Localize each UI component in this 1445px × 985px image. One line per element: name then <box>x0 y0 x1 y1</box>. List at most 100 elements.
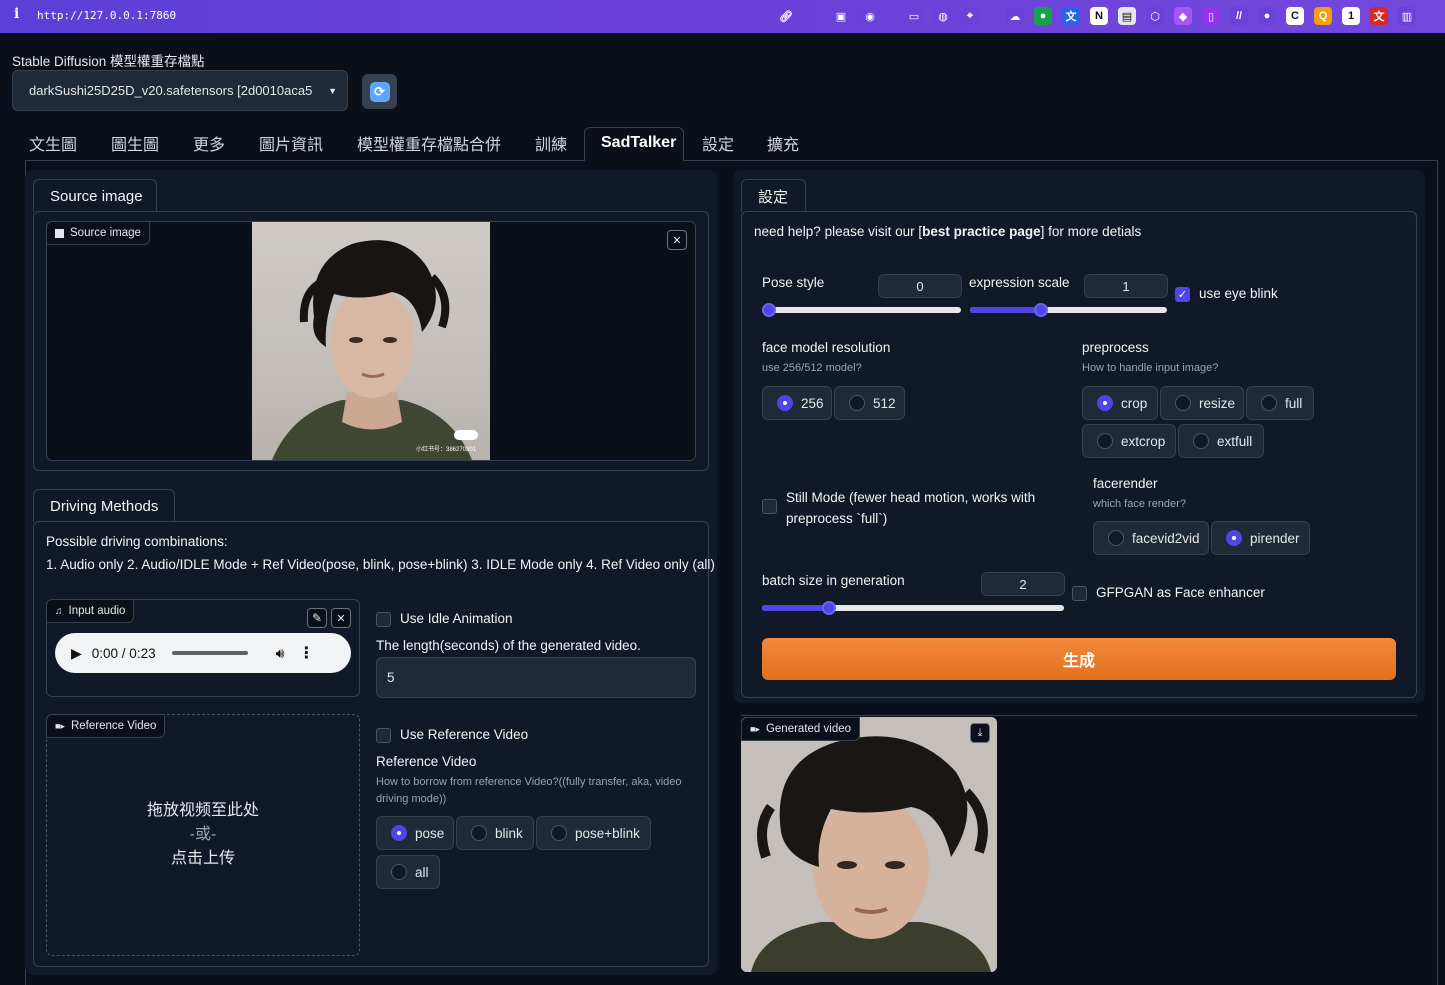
refresh-button[interactable]: ⟳ <box>362 74 397 109</box>
audio-player[interactable]: ▶ 0:00 / 0:23 🔊︎ ⋮ <box>55 633 351 673</box>
preprocess-option-extfull[interactable]: extfull <box>1178 424 1264 458</box>
help-text: need help? please visit our [best practi… <box>754 224 1141 239</box>
tab-source-image[interactable]: Source image <box>33 179 157 212</box>
close-icon[interactable]: ✕ <box>667 230 687 250</box>
tab-9[interactable]: 擴充 <box>767 128 799 158</box>
globe-icon[interactable]: ◍ <box>934 7 952 25</box>
tab-divider-left <box>25 160 584 161</box>
info-icon[interactable]: i <box>14 6 19 22</box>
still-mode-checkbox[interactable] <box>762 499 777 514</box>
ref-mode-radio-2[interactable] <box>551 825 567 841</box>
batch-size-slider[interactable] <box>762 601 1064 615</box>
source-image-label-text: Source image <box>70 227 141 239</box>
face-res-option-256[interactable]: 256 <box>762 386 832 420</box>
play-icon[interactable]: ▶ <box>71 645 82 662</box>
model-select[interactable]: darkSushi25D25D_v20.safetensors [2d0010a… <box>12 70 348 111</box>
tab-4[interactable]: 圖片資訊 <box>259 128 323 158</box>
expression-scale-input[interactable]: 1 <box>1084 274 1168 298</box>
shield-icon[interactable]: ⬡ <box>1146 7 1164 25</box>
idle-animation-checkbox[interactable] <box>376 612 391 627</box>
address-bar[interactable]: http://127.0.0.1:7860 <box>37 9 176 22</box>
video-icon: ■▸ <box>55 720 65 731</box>
card-icon[interactable]: ▤ <box>1118 7 1136 25</box>
bookmark-icon[interactable]: ▯ <box>1202 7 1220 25</box>
generated-portrait <box>741 717 997 972</box>
close-icon[interactable]: ✕ <box>331 608 351 628</box>
preprocess-radio-0[interactable] <box>1097 395 1113 411</box>
preprocess-radio-3[interactable] <box>1097 433 1113 449</box>
1-icon[interactable]: 1 <box>1342 7 1360 25</box>
eye-blink-checkbox[interactable]: ✓ <box>1175 287 1190 302</box>
length-input[interactable]: 5 <box>376 657 696 698</box>
extension-N-icon[interactable]: N <box>1090 7 1108 25</box>
tab-5[interactable]: 模型權重存檔點合併 <box>357 128 501 158</box>
link-icon[interactable]: 🔗︎ <box>777 7 795 25</box>
best-practice-link[interactable]: best practice page <box>922 224 1041 239</box>
tab-settings[interactable]: 設定 <box>741 179 806 212</box>
batch-size-label: batch size in generation <box>762 573 905 588</box>
preprocess-option-full[interactable]: full <box>1246 386 1314 420</box>
translate-icon[interactable]: 文 <box>1062 7 1080 25</box>
diamond-icon[interactable]: ◆ <box>1174 7 1192 25</box>
translate2-icon[interactable]: 文 <box>1370 7 1388 25</box>
dot-icon[interactable]: ● <box>1258 7 1276 25</box>
facerender-option-facevid2vid[interactable]: facevid2vid <box>1093 521 1209 555</box>
ref-mode-option-pose-blink[interactable]: pose+blink <box>536 816 651 850</box>
c-icon[interactable]: C <box>1286 7 1304 25</box>
preprocess-option-crop[interactable]: crop <box>1082 386 1158 420</box>
cloud-icon[interactable]: ☁︎ <box>1006 7 1024 25</box>
tab-1[interactable]: 文生圖 <box>29 128 77 158</box>
pose-style-input[interactable]: 0 <box>878 274 962 298</box>
q-icon[interactable]: Q <box>1314 7 1332 25</box>
screenshot-icon[interactable]: ▣ <box>832 7 850 25</box>
face-res-radio-0[interactable] <box>777 395 793 411</box>
batch-size-input[interactable]: 2 <box>981 572 1065 596</box>
chat-icon[interactable]: ● <box>1034 7 1052 25</box>
face-res-option-512[interactable]: 512 <box>834 386 905 420</box>
preprocess-option-label: extfull <box>1217 433 1253 449</box>
more-icon[interactable]: ⋮ <box>298 643 314 663</box>
tab-6[interactable]: 訓練 <box>535 128 567 158</box>
preprocess-radio-1[interactable] <box>1175 395 1191 411</box>
expression-scale-handle[interactable] <box>1034 303 1049 317</box>
pose-style-handle[interactable] <box>762 303 776 317</box>
facerender-option-pirender[interactable]: pirender <box>1211 521 1310 555</box>
preprocess-option-resize[interactable]: resize <box>1160 386 1244 420</box>
ref-mode-radio-3[interactable] <box>391 864 407 880</box>
expression-scale-slider[interactable] <box>970 303 1167 317</box>
tab-7[interactable]: SadTalker <box>601 128 676 158</box>
preprocess-radio-4[interactable] <box>1193 433 1209 449</box>
face-res-radio-1[interactable] <box>849 395 865 411</box>
tab-3[interactable]: 更多 <box>193 128 225 158</box>
generated-video[interactable] <box>741 717 997 972</box>
tab-2[interactable]: 圖生圖 <box>111 128 159 158</box>
preprocess-option-extcrop[interactable]: extcrop <box>1082 424 1176 458</box>
sidebar-icon[interactable]: ▥ <box>1398 7 1416 25</box>
tab-8[interactable]: 設定 <box>702 128 734 158</box>
edit-icon[interactable]: ✎ <box>307 608 327 628</box>
facerender-radio-1[interactable] <box>1226 530 1242 546</box>
pose-style-slider[interactable] <box>762 303 961 317</box>
volume-icon[interactable]: 🔊︎ <box>276 645 285 662</box>
ref-mode-radio-1[interactable] <box>471 825 487 841</box>
ref-mode-option-pose[interactable]: pose <box>376 816 454 850</box>
download-icon[interactable]: ⤓ <box>970 723 990 743</box>
generate-button[interactable]: 生成 <box>762 638 1396 680</box>
help-suffix: ] for more detials <box>1040 224 1142 239</box>
gfpgan-checkbox[interactable] <box>1072 586 1087 601</box>
ref-mode-option-blink[interactable]: blink <box>456 816 534 850</box>
ref-mode-radio-0[interactable] <box>391 825 407 841</box>
use-reference-video-checkbox[interactable] <box>376 728 391 743</box>
preprocess-radio-2[interactable] <box>1261 395 1277 411</box>
facerender-radio-0[interactable] <box>1108 530 1124 546</box>
audio-progress[interactable] <box>171 651 248 655</box>
preprocess-option-label: resize <box>1199 395 1236 411</box>
slash-icon[interactable]: // <box>1230 7 1248 25</box>
camera-icon[interactable]: ◉ <box>861 7 879 25</box>
pose-style-label: Pose style <box>762 275 825 290</box>
target-icon[interactable]: ⌖ <box>961 7 979 25</box>
ref-mode-option-all[interactable]: all <box>376 855 440 889</box>
tab-driving-methods[interactable]: Driving Methods <box>33 489 175 522</box>
terminal-icon[interactable]: ▭ <box>905 7 923 25</box>
driving-heading: Possible driving combinations: <box>46 534 228 549</box>
